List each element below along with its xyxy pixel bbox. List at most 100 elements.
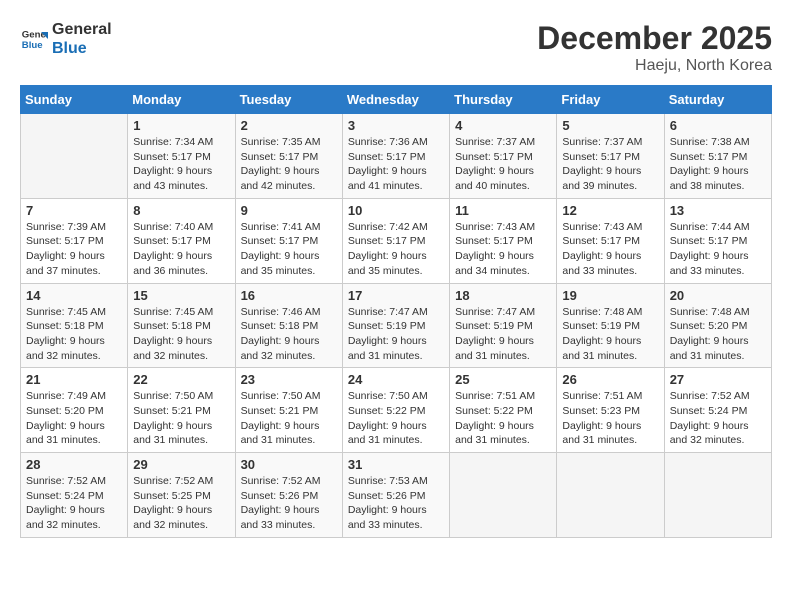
day-number: 11 — [455, 203, 551, 218]
day-number: 1 — [133, 118, 229, 133]
location: Haeju, North Korea — [537, 57, 772, 75]
day-header-thursday: Thursday — [450, 86, 557, 114]
day-number: 28 — [26, 457, 122, 472]
day-info: Sunrise: 7:35 AMSunset: 5:17 PMDaylight:… — [241, 135, 337, 194]
calendar-cell: 22 Sunrise: 7:50 AMSunset: 5:21 PMDayligh… — [128, 368, 235, 453]
week-row: 14 Sunrise: 7:45 AMSunset: 5:18 PMDayligh… — [21, 283, 772, 368]
logo-general: General — [52, 20, 112, 39]
calendar-cell: 9 Sunrise: 7:41 AMSunset: 5:17 PMDaylight… — [235, 198, 342, 283]
day-info: Sunrise: 7:51 AMSunset: 5:23 PMDaylight:… — [562, 389, 658, 448]
calendar-table: SundayMondayTuesdayWednesdayThursdayFrid… — [20, 85, 772, 538]
calendar-cell: 19 Sunrise: 7:48 AMSunset: 5:19 PMDayligh… — [557, 283, 664, 368]
calendar-cell — [21, 114, 128, 199]
day-header-monday: Monday — [128, 86, 235, 114]
calendar-cell — [450, 453, 557, 538]
logo: General Blue General Blue — [20, 20, 112, 58]
calendar-cell — [664, 453, 771, 538]
week-row: 21 Sunrise: 7:49 AMSunset: 5:20 PMDayligh… — [21, 368, 772, 453]
svg-text:Blue: Blue — [22, 40, 43, 51]
day-number: 9 — [241, 203, 337, 218]
day-number: 29 — [133, 457, 229, 472]
day-info: Sunrise: 7:48 AMSunset: 5:20 PMDaylight:… — [670, 305, 766, 364]
day-info: Sunrise: 7:50 AMSunset: 5:21 PMDaylight:… — [133, 389, 229, 448]
calendar-cell: 3 Sunrise: 7:36 AMSunset: 5:17 PMDaylight… — [342, 114, 449, 199]
day-info: Sunrise: 7:39 AMSunset: 5:17 PMDaylight:… — [26, 220, 122, 279]
week-row: 28Sunrise: 7:52 AMSunset: 5:24 PMDayligh… — [21, 453, 772, 538]
calendar-cell: 26 Sunrise: 7:51 AMSunset: 5:23 PMDayligh… — [557, 368, 664, 453]
day-info: Sunrise: 7:36 AMSunset: 5:17 PMDaylight:… — [348, 135, 444, 194]
day-info: Sunrise: 7:38 AMSunset: 5:17 PMDaylight:… — [670, 135, 766, 194]
calendar-cell: 1 Sunrise: 7:34 AMSunset: 5:17 PMDaylight… — [128, 114, 235, 199]
day-number: 27 — [670, 372, 766, 387]
calendar-cell: 27 Sunrise: 7:52 AMSunset: 5:24 PMDayligh… — [664, 368, 771, 453]
day-number: 22 — [133, 372, 229, 387]
day-info: Sunrise: 7:41 AMSunset: 5:17 PMDaylight:… — [241, 220, 337, 279]
day-number: 30 — [241, 457, 337, 472]
calendar-cell: 15 Sunrise: 7:45 AMSunset: 5:18 PMDayligh… — [128, 283, 235, 368]
day-number: 26 — [562, 372, 658, 387]
month-title: December 2025 — [537, 20, 772, 57]
day-info: Sunrise: 7:48 AMSunset: 5:19 PMDaylight:… — [562, 305, 658, 364]
day-number: 20 — [670, 288, 766, 303]
calendar-cell: 12 Sunrise: 7:43 AMSunset: 5:17 PMDayligh… — [557, 198, 664, 283]
day-number: 15 — [133, 288, 229, 303]
calendar-cell: 28Sunrise: 7:52 AMSunset: 5:24 PMDayligh… — [21, 453, 128, 538]
day-number: 17 — [348, 288, 444, 303]
day-info: Sunrise: 7:37 AMSunset: 5:17 PMDaylight:… — [562, 135, 658, 194]
calendar-cell: 4Sunrise: 7:37 AMSunset: 5:17 PMDaylight… — [450, 114, 557, 199]
day-number: 4 — [455, 118, 551, 133]
day-header-wednesday: Wednesday — [342, 86, 449, 114]
day-number: 12 — [562, 203, 658, 218]
day-info: Sunrise: 7:34 AMSunset: 5:17 PMDaylight:… — [133, 135, 229, 194]
calendar-header: SundayMondayTuesdayWednesdayThursdayFrid… — [21, 86, 772, 114]
day-info: Sunrise: 7:47 AMSunset: 5:19 PMDaylight:… — [348, 305, 444, 364]
calendar-cell: 16Sunrise: 7:46 AMSunset: 5:18 PMDayligh… — [235, 283, 342, 368]
day-number: 18 — [455, 288, 551, 303]
day-number: 23 — [241, 372, 337, 387]
day-number: 10 — [348, 203, 444, 218]
day-number: 16 — [241, 288, 337, 303]
day-info: Sunrise: 7:43 AMSunset: 5:17 PMDaylight:… — [562, 220, 658, 279]
day-number: 14 — [26, 288, 122, 303]
day-header-saturday: Saturday — [664, 86, 771, 114]
calendar-cell: 25 Sunrise: 7:51 AMSunset: 5:22 PMDayligh… — [450, 368, 557, 453]
calendar-cell: 14Sunrise: 7:45 AMSunset: 5:18 PMDayligh… — [21, 283, 128, 368]
calendar-cell: 13Sunrise: 7:44 AMSunset: 5:17 PMDayligh… — [664, 198, 771, 283]
day-number: 19 — [562, 288, 658, 303]
calendar-cell: 24 Sunrise: 7:50 AMSunset: 5:22 PMDayligh… — [342, 368, 449, 453]
calendar-cell: 10 Sunrise: 7:42 AMSunset: 5:17 PMDayligh… — [342, 198, 449, 283]
day-info: Sunrise: 7:51 AMSunset: 5:22 PMDaylight:… — [455, 389, 551, 448]
calendar-cell — [557, 453, 664, 538]
calendar-cell: 30 Sunrise: 7:52 AMSunset: 5:26 PMDayligh… — [235, 453, 342, 538]
week-row: 1 Sunrise: 7:34 AMSunset: 5:17 PMDaylight… — [21, 114, 772, 199]
calendar-cell: 11Sunrise: 7:43 AMSunset: 5:17 PMDayligh… — [450, 198, 557, 283]
calendar-cell: 18Sunrise: 7:47 AMSunset: 5:19 PMDayligh… — [450, 283, 557, 368]
day-header-sunday: Sunday — [21, 86, 128, 114]
day-number: 3 — [348, 118, 444, 133]
day-number: 6 — [670, 118, 766, 133]
calendar-cell: 17 Sunrise: 7:47 AMSunset: 5:19 PMDayligh… — [342, 283, 449, 368]
week-row: 7 Sunrise: 7:39 AMSunset: 5:17 PMDaylight… — [21, 198, 772, 283]
day-number: 24 — [348, 372, 444, 387]
day-info: Sunrise: 7:40 AMSunset: 5:17 PMDaylight:… — [133, 220, 229, 279]
day-info: Sunrise: 7:45 AMSunset: 5:18 PMDaylight:… — [133, 305, 229, 364]
day-info: Sunrise: 7:52 AMSunset: 5:24 PMDaylight:… — [670, 389, 766, 448]
day-info: Sunrise: 7:42 AMSunset: 5:17 PMDaylight:… — [348, 220, 444, 279]
day-header-friday: Friday — [557, 86, 664, 114]
calendar-cell: 21 Sunrise: 7:49 AMSunset: 5:20 PMDayligh… — [21, 368, 128, 453]
calendar-cell: 20 Sunrise: 7:48 AMSunset: 5:20 PMDayligh… — [664, 283, 771, 368]
day-number: 8 — [133, 203, 229, 218]
day-info: Sunrise: 7:52 AMSunset: 5:25 PMDaylight:… — [133, 474, 229, 533]
day-number: 7 — [26, 203, 122, 218]
day-info: Sunrise: 7:53 AMSunset: 5:26 PMDaylight:… — [348, 474, 444, 533]
calendar-cell: 5Sunrise: 7:37 AMSunset: 5:17 PMDaylight… — [557, 114, 664, 199]
day-number: 25 — [455, 372, 551, 387]
day-info: Sunrise: 7:49 AMSunset: 5:20 PMDaylight:… — [26, 389, 122, 448]
page-header: General Blue General Blue December 2025 … — [20, 20, 772, 75]
day-info: Sunrise: 7:52 AMSunset: 5:26 PMDaylight:… — [241, 474, 337, 533]
calendar-cell: 2Sunrise: 7:35 AMSunset: 5:17 PMDaylight… — [235, 114, 342, 199]
day-info: Sunrise: 7:50 AMSunset: 5:22 PMDaylight:… — [348, 389, 444, 448]
day-number: 21 — [26, 372, 122, 387]
logo-blue: Blue — [52, 39, 112, 58]
title-block: December 2025 Haeju, North Korea — [537, 20, 772, 75]
